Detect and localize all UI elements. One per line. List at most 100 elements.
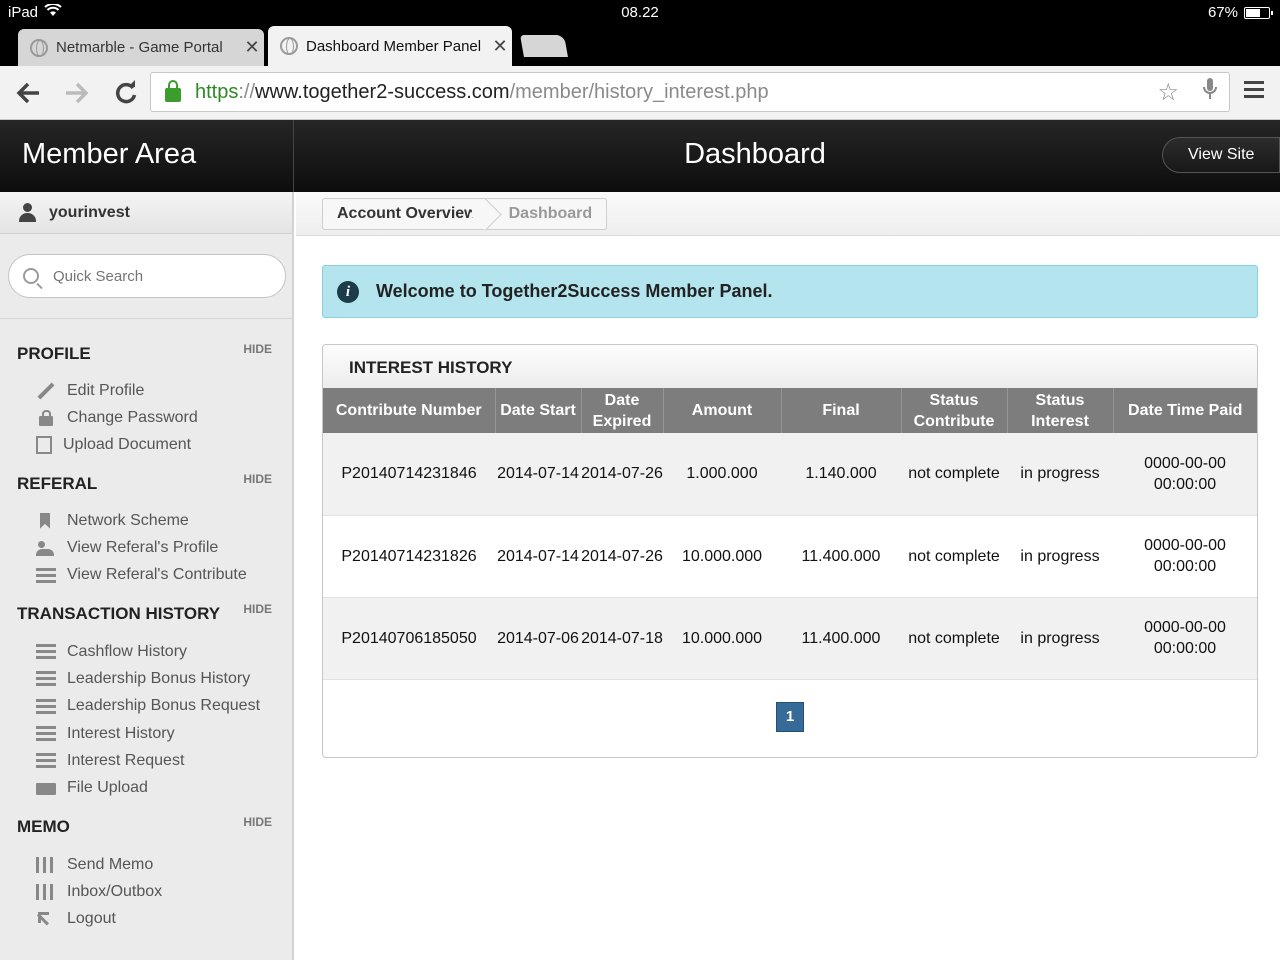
table-cell: in progress: [1007, 433, 1113, 516]
tab-title: Dashboard Member Panel: [306, 37, 482, 55]
breadcrumb: Account Overview Dashboard: [322, 198, 608, 230]
sidebar-item-network-scheme[interactable]: Network Scheme: [0, 507, 292, 534]
column-header[interactable]: Date Time Paid: [1113, 388, 1257, 433]
sidebar-item-label: View Referal's Contribute: [67, 566, 247, 584]
globe-icon: [30, 38, 48, 57]
table-cell: 1.000.000: [663, 433, 781, 516]
breadcrumb-bar: Account Overview Dashboard: [296, 192, 1280, 236]
table-cell: 11.400.000: [781, 515, 901, 598]
table-header-row: Contribute Number Date Start Date Expire…: [323, 388, 1257, 433]
sidebar-item-edit-profile[interactable]: Edit Profile: [0, 377, 292, 404]
status-bar: iPad 08.22 67%: [0, 0, 1280, 26]
column-header[interactable]: Status Interest: [1007, 388, 1114, 433]
sidebar-item-leadership-bonus-history[interactable]: Leadership Bonus History: [0, 665, 292, 692]
bookmark-icon: [36, 513, 56, 529]
tab-strip: Netmarble - Game Portal ✕ Dashboard Memb…: [0, 26, 1280, 66]
battery-percent: 67%: [1207, 4, 1238, 21]
table-cell: not complete: [901, 597, 1007, 680]
reload-icon[interactable]: [109, 76, 143, 110]
upload-icon: [36, 436, 52, 455]
menu-icon[interactable]: [1244, 81, 1264, 101]
sidebar-item-interest-request[interactable]: Interest Request: [0, 747, 292, 774]
hide-toggle[interactable]: HIDE: [243, 602, 272, 616]
divider: [0, 318, 292, 319]
column-header[interactable]: Date Expired: [581, 388, 664, 433]
new-tab-button[interactable]: [520, 35, 568, 57]
sidebar-item-referal-contribute[interactable]: View Referal's Contribute: [0, 562, 292, 589]
sidebar-item-label: Cashflow History: [67, 642, 188, 660]
panel-title: INTEREST HISTORY: [323, 345, 1257, 388]
lock-icon: [165, 80, 181, 102]
forward-arrow-icon[interactable]: [60, 76, 94, 110]
browser-toolbar: https://www.together2-success.com/member…: [0, 66, 1280, 120]
user-icon: [18, 202, 36, 223]
hide-toggle[interactable]: HIDE: [243, 815, 272, 829]
column-header[interactable]: Amount: [663, 388, 782, 433]
tab-dashboard[interactable]: Dashboard Member Panel ✕: [268, 26, 512, 66]
url-separator: ://: [238, 80, 256, 103]
hide-toggle[interactable]: HIDE: [243, 472, 272, 486]
username: yourinvest: [49, 203, 130, 221]
list-icon: [36, 753, 56, 769]
section-title: REFERAL: [17, 474, 98, 493]
close-icon[interactable]: ✕: [240, 37, 264, 58]
view-site-button[interactable]: View Site: [1162, 137, 1280, 173]
close-icon[interactable]: ✕: [488, 36, 512, 57]
sidebar-item-file-upload[interactable]: File Upload: [0, 774, 292, 801]
pencil-icon: [36, 383, 56, 399]
star-icon[interactable]: ☆: [1157, 78, 1179, 107]
table-row: P20140706185050 2014-07-06 2014-07-18 10…: [323, 597, 1257, 680]
search-input[interactable]: [53, 267, 263, 285]
sidebar-item-upload-document[interactable]: Upload Document: [0, 432, 292, 459]
breadcrumb-account-overview[interactable]: Account Overview: [323, 199, 489, 229]
column-header[interactable]: Status Contribute: [901, 388, 1008, 433]
table-cell: 0000-00-00 00:00:00: [1113, 433, 1257, 516]
section-title: TRANSACTION HISTORY: [17, 604, 221, 623]
section-referal: REFERAL HIDE Network Scheme View Referal'…: [0, 472, 292, 589]
list-icon: [36, 726, 56, 742]
sidebar-item-change-password[interactable]: Change Password: [0, 404, 292, 431]
interest-history-panel: INTEREST HISTORY Contribute Number Date …: [322, 344, 1258, 758]
sidebar-item-label: Leadership Bonus History: [67, 669, 251, 687]
sidebar-item-referal-profile[interactable]: View Referal's Profile: [0, 534, 292, 561]
table-cell: 2014-07-06: [495, 597, 581, 680]
microphone-icon[interactable]: [1203, 77, 1217, 108]
table-cell: 2014-07-26: [581, 433, 663, 516]
table-cell: 2014-07-26: [581, 515, 663, 598]
sidebar-item-label: Interest History: [67, 724, 175, 742]
sidebar-item-label: Leadership Bonus Request: [67, 697, 261, 715]
sidebar-item-interest-history[interactable]: Interest History: [0, 720, 292, 747]
sidebar-item-label: Logout: [67, 910, 116, 928]
column-header[interactable]: Date Start: [495, 388, 582, 433]
column-header[interactable]: Final: [781, 388, 902, 433]
hide-toggle[interactable]: HIDE: [243, 342, 272, 356]
battery-icon: [1244, 6, 1273, 19]
info-icon: i: [337, 280, 359, 303]
sidebar-item-cashflow-history[interactable]: Cashflow History: [0, 638, 292, 665]
back-arrow-icon[interactable]: [11, 76, 45, 110]
sidebar-item-send-memo[interactable]: Send Memo: [0, 851, 292, 878]
column-header[interactable]: Contribute Number: [323, 388, 496, 433]
table-cell: P20140714231826: [323, 515, 495, 598]
sidebar-item-label: Edit Profile: [67, 381, 145, 399]
table-cell: 2014-07-18: [581, 597, 663, 680]
table-cell: 10.000.000: [663, 515, 781, 598]
address-bar[interactable]: https://www.together2-success.com/member…: [150, 72, 1230, 112]
folder-icon: [36, 783, 56, 796]
search-icon: [23, 268, 39, 284]
sidebar: yourinvest PROFILE HIDE Edit Profile Chan…: [0, 192, 294, 960]
tab-netmarble[interactable]: Netmarble - Game Portal ✕: [18, 29, 264, 66]
table-cell: 2014-07-14: [495, 433, 581, 516]
table-cell: 0000-00-00 00:00:00: [1113, 515, 1257, 598]
table-row: P20140714231826 2014-07-14 2014-07-26 10…: [323, 515, 1257, 598]
sidebar-item-logout[interactable]: Logout: [0, 906, 292, 933]
pagination-page-1[interactable]: 1: [776, 702, 804, 732]
sidebar-item-label: Inbox/Outbox: [67, 882, 163, 900]
section-title: MEMO: [17, 817, 70, 836]
url-scheme: https: [195, 80, 239, 103]
list-icon: [36, 698, 56, 714]
brand-title: Member Area: [0, 120, 294, 192]
breadcrumb-dashboard[interactable]: Dashboard: [489, 199, 607, 229]
sidebar-item-leadership-bonus-request[interactable]: Leadership Bonus Request: [0, 693, 292, 720]
sidebar-item-inbox-outbox[interactable]: Inbox/Outbox: [0, 878, 292, 905]
